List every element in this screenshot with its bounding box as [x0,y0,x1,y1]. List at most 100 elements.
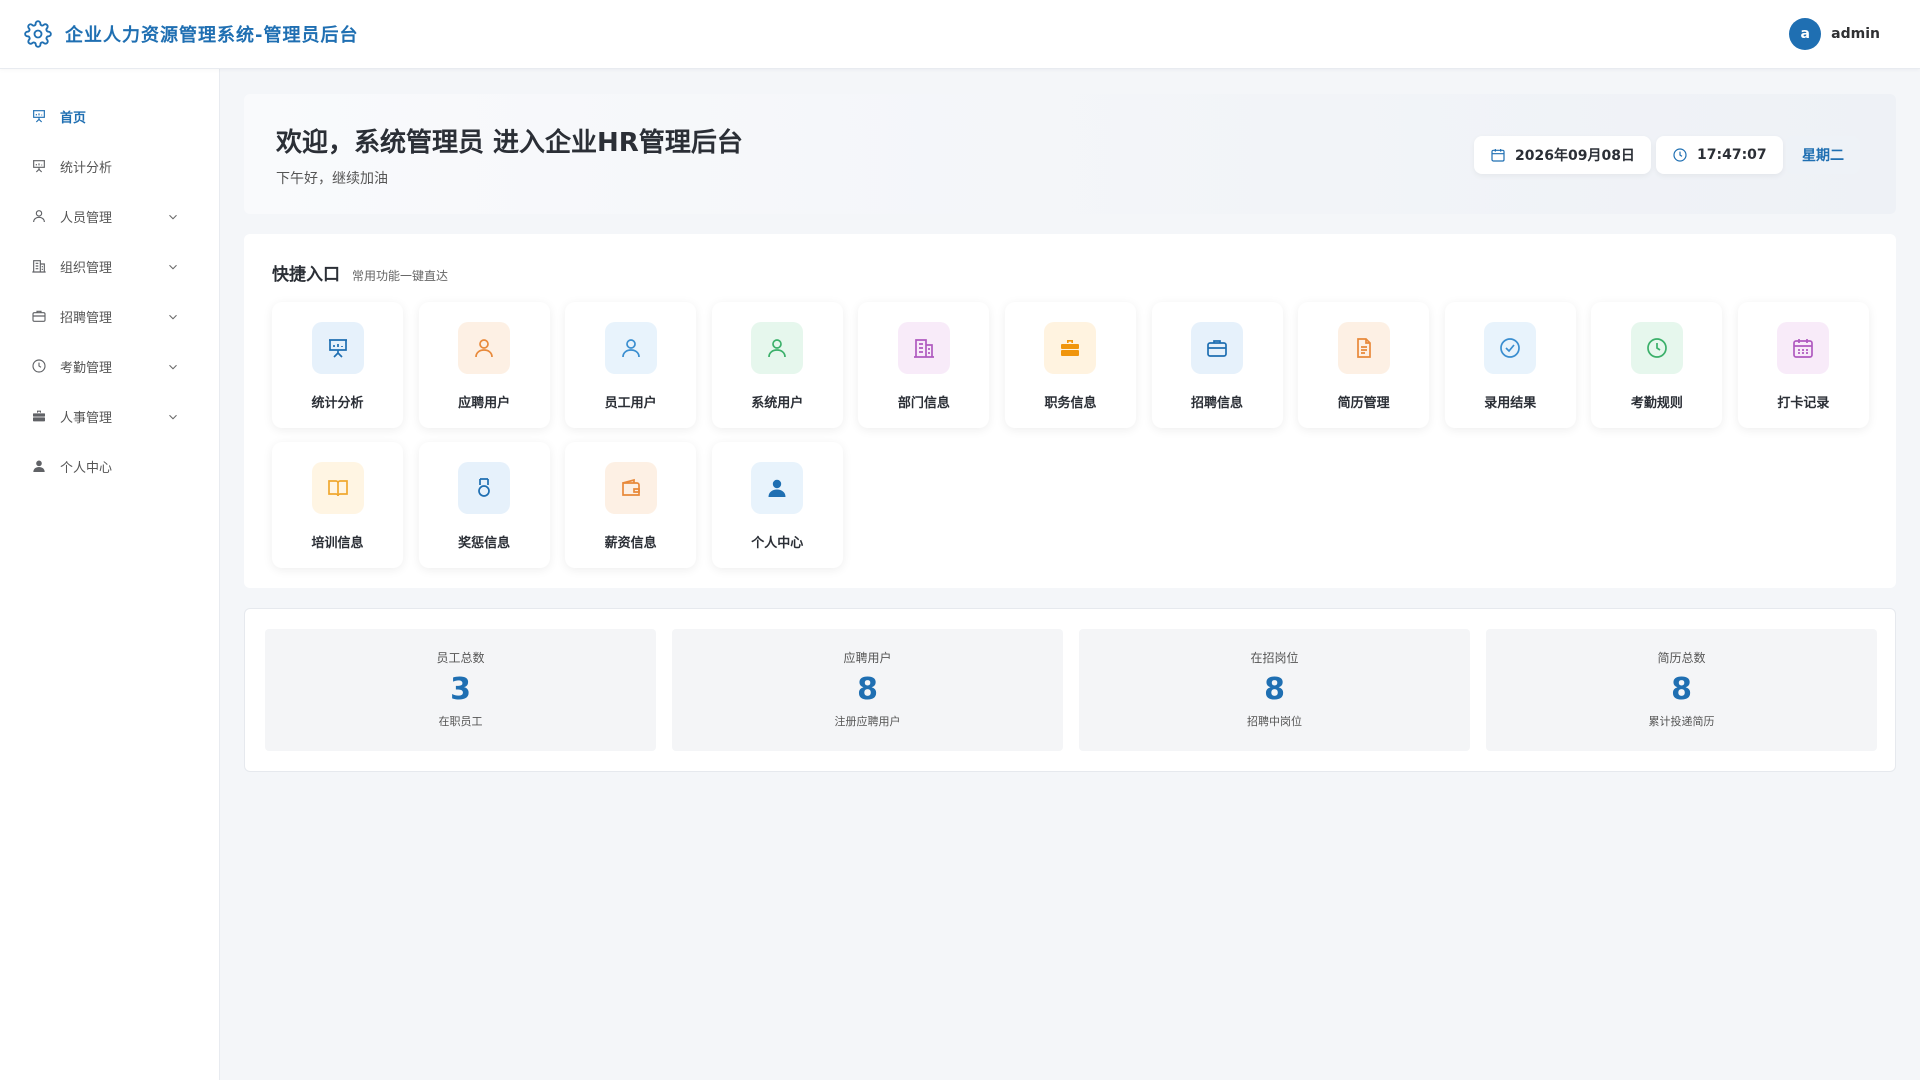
stat-card: 应聘用户 8 注册应聘用户 [672,629,1063,751]
quick-access-card[interactable]: 打卡记录 [1737,302,1869,428]
quick-access-card[interactable]: 奖惩信息 [418,442,550,568]
building-icon [897,322,950,374]
stat-label: 在招岗位 [1250,651,1299,665]
stat-note: 累计投递简历 [1648,715,1715,728]
sidebar-item-label: 招聘管理 [60,310,113,326]
app-title: 企业人力资源管理系统-管理员后台 [65,25,359,46]
presentation-icon [30,157,48,175]
toolbox-icon [30,407,48,425]
quick-access-card[interactable]: 培训信息 [272,442,403,568]
quick-access-label: 系统用户 [751,396,804,411]
sidebar-item-label: 个人中心 [60,460,113,476]
weekday-text: 星期二 [1802,148,1844,164]
welcome-title: 欢迎，系统管理员 进入企业HR管理后台 [276,128,743,158]
quick-access-label: 奖惩信息 [458,536,511,551]
welcome-subtitle: 下午好，继续加油 [276,171,388,187]
quick-access-card[interactable]: 招聘信息 [1151,302,1283,428]
document-icon [1337,322,1390,374]
sidebar: 首页统计分析人员管理组织管理招聘管理考勤管理人事管理个人中心 [0,69,220,1080]
sidebar-item-label: 统计分析 [60,160,113,176]
briefcase-icon [1191,322,1244,374]
quick-access-card[interactable]: 职务信息 [1004,302,1136,428]
weekday-chip: 星期二 [1786,136,1860,174]
quick-access-label: 招聘信息 [1191,396,1244,411]
chevron-down-icon[interactable] [166,309,180,323]
quick-access-label: 个人中心 [751,536,804,551]
sidebar-item-7[interactable]: 个人中心 [0,441,219,491]
username[interactable]: admin [1831,26,1880,42]
stat-value: 8 [1671,672,1692,707]
user-menu[interactable]: a admin [1789,18,1880,50]
quick-access-card[interactable]: 考勤规则 [1591,302,1723,428]
sidebar-item-5[interactable]: 考勤管理 [0,341,219,391]
sidebar-item-3[interactable]: 组织管理 [0,241,219,291]
stat-value: 8 [857,672,878,707]
sidebar-item-label: 组织管理 [60,260,113,276]
calendar-icon [1490,147,1506,163]
chevron-down-icon[interactable] [166,259,180,273]
quick-access-label: 打卡记录 [1777,396,1830,411]
presentation-icon [311,322,364,374]
clock-icon [30,357,48,375]
sidebar-item-label: 首页 [60,110,87,126]
stats-panel: 员工总数 3 在职员工 应聘用户 8 注册应聘用户 在招岗位 8 招聘中岗位 简历总数 8 累计投递简… [244,608,1896,772]
sidebar-item-2[interactable]: 人员管理 [0,191,219,241]
sidebar-item-1[interactable]: 统计分析 [0,141,219,191]
sidebar-item-4[interactable]: 招聘管理 [0,291,219,341]
chevron-down-icon[interactable] [166,409,180,423]
quick-access-card[interactable]: 系统用户 [711,302,843,428]
user-filled-icon [751,462,804,514]
quick-access-card[interactable]: 个人中心 [711,442,843,568]
presentation-icon [30,107,48,125]
gear-icon[interactable] [24,20,52,48]
avatar[interactable]: a [1789,18,1822,50]
quick-access-label: 培训信息 [311,536,364,551]
stat-note: 在职员工 [438,715,483,728]
welcome-banner: 欢迎，系统管理员 进入企业HR管理后台 下午好，继续加油 2026年09月08日… [244,94,1896,214]
time-text: 17:47:07 [1697,147,1767,163]
quick-access-card[interactable]: 简历管理 [1298,302,1430,428]
sidebar-item-label: 人事管理 [60,410,113,426]
quick-access-card[interactable]: 统计分析 [272,302,403,428]
quick-access-card[interactable]: 部门信息 [858,302,990,428]
stat-card: 简历总数 8 累计投递简历 [1486,629,1877,751]
wallet-icon [604,462,657,514]
clock-icon [1630,322,1683,374]
chevron-down-icon[interactable] [166,359,180,373]
user-filled-icon [30,457,48,475]
user-icon [604,322,657,374]
quick-access-title: 快捷入口 [272,265,340,285]
quick-access-label: 统计分析 [311,396,364,411]
quick-access-label: 职务信息 [1044,396,1097,411]
stat-card: 员工总数 3 在职员工 [265,629,656,751]
user-icon [751,322,804,374]
check-circle-icon [1484,322,1537,374]
stat-card: 在招岗位 8 招聘中岗位 [1079,629,1470,751]
stat-label: 简历总数 [1657,651,1706,665]
quick-access-label: 员工用户 [604,396,657,411]
time-chip: 17:47:07 [1656,136,1783,174]
quick-access-card[interactable]: 薪资信息 [565,442,697,568]
sidebar-item-label: 考勤管理 [60,360,113,376]
clock-icon [1672,147,1688,163]
main-content: 欢迎，系统管理员 进入企业HR管理后台 下午好，继续加油 2026年09月08日… [244,94,1896,772]
medal-icon [458,462,511,514]
sidebar-item-6[interactable]: 人事管理 [0,391,219,441]
stat-value: 3 [450,672,471,707]
date-text: 2026年09月08日 [1515,148,1635,164]
toolbox-icon [1044,322,1097,374]
chevron-down-icon[interactable] [166,209,180,223]
stat-label: 员工总数 [436,651,485,665]
date-chip: 2026年09月08日 [1474,136,1651,174]
sidebar-item-label: 人员管理 [60,210,113,226]
quick-access-subtitle: 常用功能一键直达 [352,269,449,283]
quick-access-label: 考勤规则 [1630,396,1683,411]
book-icon [311,462,364,514]
top-header: 企业人力资源管理系统-管理员后台 a admin [0,0,1920,69]
quick-access-card[interactable]: 录用结果 [1444,302,1576,428]
stat-value: 8 [1264,672,1285,707]
quick-access-card[interactable]: 员工用户 [565,302,697,428]
quick-access-card[interactable]: 应聘用户 [418,302,550,428]
quick-access-grid: 统计分析 应聘用户 员工用户 系统用户 部门信息 职务信息 招聘信息 简历管理 录用结果 考勤规则… [272,302,1872,568]
sidebar-item-0[interactable]: 首页 [0,91,219,141]
